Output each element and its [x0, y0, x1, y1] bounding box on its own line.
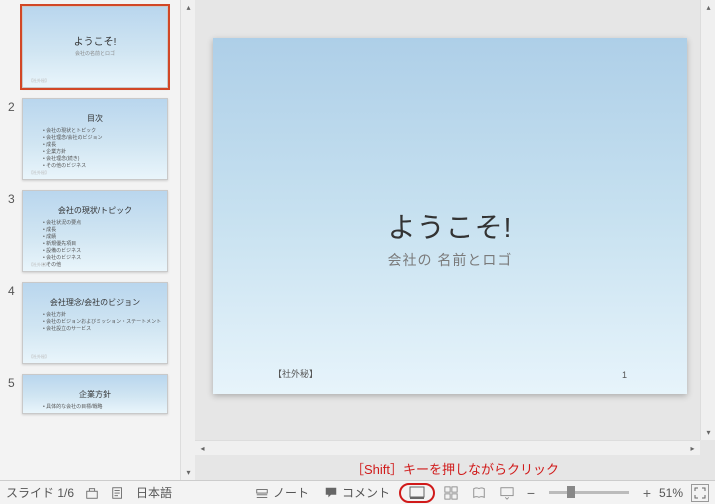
- slide-page-number: 1: [622, 370, 627, 380]
- scroll-left-icon[interactable]: ◂: [195, 441, 210, 456]
- accessibility-icon[interactable]: [84, 485, 100, 501]
- zoom-percentage[interactable]: 51%: [659, 486, 683, 500]
- scroll-down-icon[interactable]: ▾: [181, 465, 196, 480]
- thumbnail-slide-5[interactable]: 企業方針 具体的な会社の目標/戦略: [22, 374, 168, 414]
- slide-sorter-view-button[interactable]: [439, 483, 463, 503]
- thumbnail-number: 3: [0, 190, 22, 206]
- slide-editor: ようこそ! 会社の 名前とロゴ 【社外秘】 1 ▴ ▾ ◂ ▸ ［Shift］キ…: [195, 0, 715, 480]
- scroll-down-icon[interactable]: ▾: [701, 425, 715, 440]
- thumbnail-row[interactable]: 2 目次 会社の現状とトピック 会社理念/会社のビジョン 成長 企業方針 会社理…: [0, 98, 180, 180]
- thumbnail-row[interactable]: ようこそ! 会社の名前とロゴ 【社外秘】: [0, 6, 180, 88]
- slide-canvas[interactable]: ようこそ! 会社の 名前とロゴ 【社外秘】 1: [213, 38, 687, 394]
- thumbnail-list: ようこそ! 会社の名前とロゴ 【社外秘】 2 目次 会社の現状とトピック 会社理…: [0, 0, 180, 480]
- comment-icon: [323, 485, 339, 501]
- comments-button[interactable]: コメント: [318, 482, 395, 503]
- zoom-in-button[interactable]: +: [639, 485, 655, 501]
- normal-view-button[interactable]: [399, 483, 435, 503]
- zoom-out-button[interactable]: −: [523, 485, 539, 501]
- slide-title[interactable]: ようこそ!: [213, 206, 687, 246]
- status-bar: スライド 1/6 日本語 ノート コメント: [0, 480, 715, 504]
- thumbnail-slide-4[interactable]: 会社理念/会社のビジョン 会社方針 会社のビジョンおよびミッション・ステートメン…: [22, 282, 168, 364]
- slideshow-view-button[interactable]: [495, 483, 519, 503]
- thumbnail-number: [0, 6, 22, 8]
- editor-horizontal-scrollbar[interactable]: ◂ ▸: [195, 440, 700, 455]
- notes-button[interactable]: ノート: [249, 482, 314, 503]
- slide-footer-left: 【社外秘】: [273, 367, 318, 380]
- scroll-right-icon[interactable]: ▸: [685, 441, 700, 456]
- language-indicator[interactable]: 日本語: [136, 484, 172, 501]
- notes-icon: [254, 485, 270, 501]
- zoom-slider-thumb[interactable]: [567, 486, 575, 498]
- thumbnail-number: 2: [0, 98, 22, 114]
- thumbnail-row[interactable]: 5 企業方針 具体的な会社の目標/戦略: [0, 374, 180, 414]
- thumbnail-row[interactable]: 3 会社の現状/トピック 会社状況の要点 成長 成績 新規優先項目 設備のビジネ…: [0, 190, 180, 272]
- thumbnail-row[interactable]: 4 会社理念/会社のビジョン 会社方針 会社のビジョンおよびミッション・ステート…: [0, 282, 180, 364]
- scroll-up-icon[interactable]: ▴: [701, 0, 715, 15]
- thumbnail-number: 4: [0, 282, 22, 298]
- scroll-up-icon[interactable]: ▴: [181, 0, 196, 15]
- spellcheck-icon[interactable]: [110, 485, 126, 501]
- thumbnail-slide-1[interactable]: ようこそ! 会社の名前とロゴ 【社外秘】: [22, 6, 168, 88]
- editor-vertical-scrollbar[interactable]: ▴ ▾: [700, 0, 715, 440]
- thumbnail-panel: ようこそ! 会社の名前とロゴ 【社外秘】 2 目次 会社の現状とトピック 会社理…: [0, 0, 195, 480]
- slide-counter[interactable]: スライド 1/6: [6, 484, 74, 501]
- fit-to-window-button[interactable]: [691, 484, 709, 502]
- instruction-annotation: ［Shift］キーを押しながらクリック: [351, 459, 559, 478]
- reading-view-button[interactable]: [467, 483, 491, 503]
- thumbnail-number: 5: [0, 374, 22, 390]
- thumbnail-slide-2[interactable]: 目次 会社の現状とトピック 会社理念/会社のビジョン 成長 企業方針 会社理念(…: [22, 98, 168, 180]
- zoom-slider[interactable]: [549, 491, 629, 494]
- thumbnail-slide-3[interactable]: 会社の現状/トピック 会社状況の要点 成長 成績 新規優先項目 設備のビジネス …: [22, 190, 168, 272]
- slide-subtitle[interactable]: 会社の 名前とロゴ: [213, 250, 687, 270]
- thumbnail-scrollbar[interactable]: ▴ ▾: [180, 0, 195, 480]
